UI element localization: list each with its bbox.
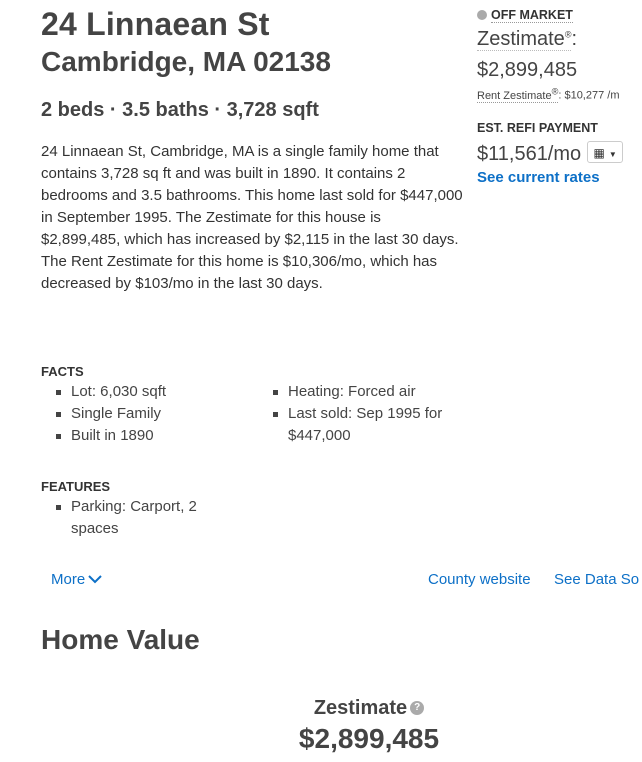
refi-payment: $11,561/mo ▦ ▼ [477,141,624,166]
features-title: FEATURES [41,479,111,494]
calculator-dropdown-button[interactable]: ▦ ▼ [587,141,624,163]
fact-item: Last sold: Sep 1995 for $447,000 [258,403,473,447]
home-value-zestimate-value: $2,899,485 [298,723,440,754]
fact-item: Built in 1890 [41,425,266,447]
refi-payment-label: EST. REFI PAYMENT [477,121,598,135]
address-line2: Cambridge, MA 02138 [41,46,331,77]
feature-item: Parking: Carport, 2 spaces [41,496,241,540]
refi-payment-value: $11,561/mo [477,143,582,165]
zestimate-heading: Zestimate®: [477,28,577,51]
address-line1: 24 Linnaean St [41,6,270,42]
see-data-sources-link[interactable]: See Data So [554,571,639,588]
caret-down-icon: ▼ [608,150,617,159]
more-button[interactable]: More [51,571,102,588]
home-specs: 2 beds · 3.5 baths · 3,728 sqft [41,99,319,121]
zestimate-value: $2,899,485 [477,59,578,81]
rent-zestimate: Rent Zestimate®: $10,277 /m [477,86,620,103]
status-label[interactable]: OFF MARKET [491,8,573,23]
county-website-link[interactable]: County website [428,571,531,588]
zestimate-colon: : [571,28,578,50]
rent-zestimate-label[interactable]: Rent Zestimate® [477,86,559,103]
listing-status: OFF MARKET [477,8,573,23]
info-icon[interactable]: ? [410,701,425,715]
facts-list-left: Lot: 6,030 sqft Single Family Built in 1… [41,381,266,447]
home-description: 24 Linnaean St, Cambridge, MA is a singl… [41,143,463,292]
zestimate-label[interactable]: Zestimate® [477,28,572,51]
facts-title: FACTS [41,364,84,379]
fact-item: Heating: Forced air [258,381,473,403]
fact-item: Single Family [41,403,266,425]
status-dot-icon [477,10,487,20]
home-value-title: Home Value [41,624,200,655]
more-label: More [51,571,86,588]
home-value-zestimate-label: Zestimate? [0,697,642,720]
chevron-down-icon [88,571,102,588]
rent-zestimate-value: : $10,277 /m [558,89,620,102]
calculator-icon: ▦ [593,146,605,160]
see-current-rates-link[interactable]: See current rates [477,169,600,186]
fact-item: Lot: 6,030 sqft [41,381,266,403]
facts-list-right: Heating: Forced air Last sold: Sep 1995 … [258,381,473,447]
features-list: Parking: Carport, 2 spaces [41,496,241,540]
